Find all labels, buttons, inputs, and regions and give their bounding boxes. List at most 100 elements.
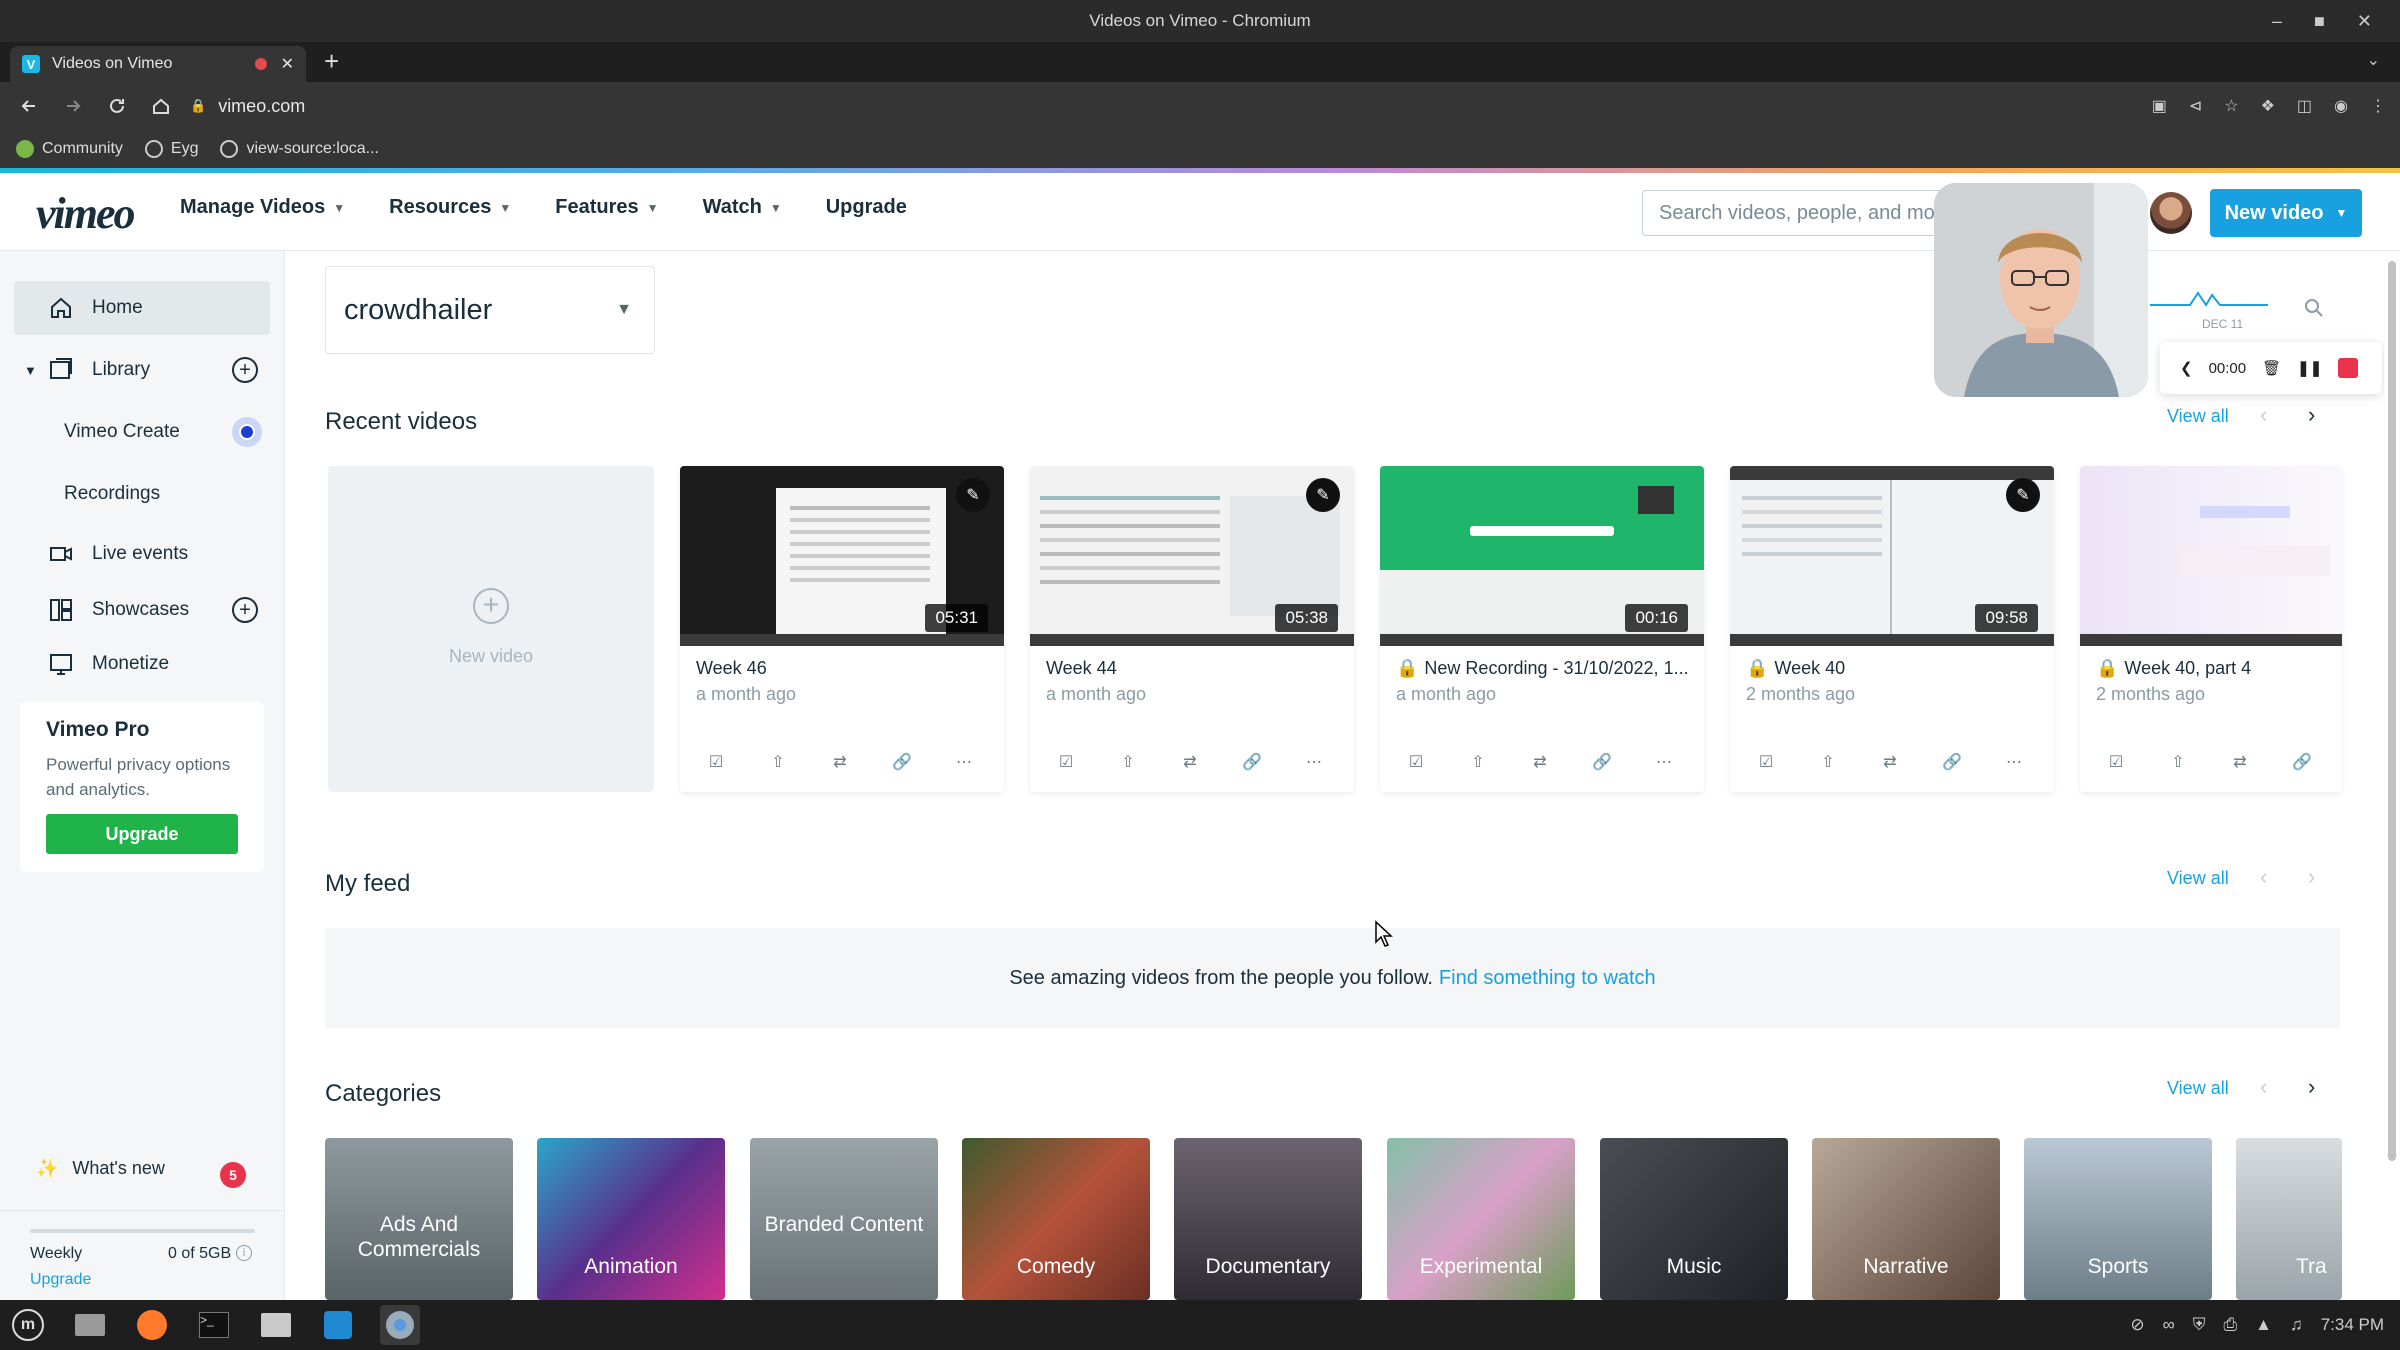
more-icon[interactable]: ⋯ — [2002, 750, 2026, 774]
network-icon[interactable]: ▲ — [2255, 1315, 2272, 1335]
vimeo-logo[interactable]: vimeo — [36, 188, 136, 239]
video-thumbnail[interactable]: ✎ 05:31 — [680, 466, 1004, 646]
camera-icon[interactable]: ▣ — [2152, 96, 2167, 116]
mint-menu-icon[interactable]: m — [8, 1305, 48, 1345]
nav-watch[interactable]: Watch ▼ — [703, 196, 782, 219]
back-icon[interactable] — [14, 96, 44, 116]
forward-icon[interactable] — [58, 96, 88, 116]
more-icon[interactable]: ⋯ — [1652, 750, 1676, 774]
recent-view-all[interactable]: View all — [2167, 406, 2229, 427]
new-video-card[interactable]: + New video — [328, 466, 654, 792]
chevron-left-icon[interactable]: ❮ — [2180, 359, 2193, 377]
info-icon[interactable]: i — [236, 1245, 252, 1261]
chromium-icon[interactable] — [380, 1305, 420, 1345]
whats-new-link[interactable]: ✨ What's new — [36, 1158, 165, 1179]
upgrade-button[interactable]: Upgrade — [46, 814, 238, 854]
chevron-left-icon[interactable]: ‹ — [2260, 864, 2267, 890]
upload-icon[interactable]: ⇧ — [1816, 750, 1840, 774]
nav-features[interactable]: Features ▼ — [555, 196, 658, 219]
category-tile[interactable]: Tra — [2236, 1138, 2342, 1300]
feed-view-all[interactable]: View all — [2167, 868, 2229, 889]
review-icon[interactable]: ☑ — [1054, 750, 1078, 774]
find-something-link[interactable]: Find something to watch — [1439, 967, 1656, 990]
category-tile[interactable]: Documentary — [1174, 1138, 1362, 1300]
categories-view-all[interactable]: View all — [2167, 1078, 2229, 1099]
link-icon[interactable]: 🔗 — [1940, 750, 1964, 774]
video-card[interactable]: ✎ 05:38 Week 44 a month ago ☑ ⇧ ⇄ 🔗 ⋯ — [1030, 466, 1354, 792]
swap-icon[interactable]: ⇄ — [1178, 750, 1202, 774]
video-card[interactable]: 🔒 Week 40, part 4 2 months ago ☑ ⇧ ⇄ 🔗 — [2080, 466, 2342, 792]
reload-icon[interactable] — [102, 96, 132, 116]
more-icon[interactable]: ⋯ — [1302, 750, 1326, 774]
nav-manage-videos[interactable]: Manage Videos ▼ — [180, 196, 345, 219]
page-scrollbar[interactable] — [2384, 251, 2400, 1300]
browser-tab[interactable]: V Videos on Vimeo ✕ — [10, 46, 306, 82]
edit-icon[interactable]: ✎ — [1306, 478, 1340, 512]
sidepanel-icon[interactable]: ◫ — [2297, 96, 2312, 116]
printer-icon[interactable]: ⎙ — [2224, 1315, 2238, 1335]
chevron-right-icon[interactable]: › — [2308, 402, 2315, 428]
nav-resources[interactable]: Resources ▼ — [389, 196, 511, 219]
category-tile[interactable]: Narrative — [1812, 1138, 2000, 1300]
bookmark-eyg[interactable]: Eyg — [144, 140, 198, 158]
upload-icon[interactable]: ⇧ — [766, 750, 790, 774]
new-tab-button[interactable]: + — [324, 46, 339, 76]
swap-icon[interactable]: ⇄ — [1878, 750, 1902, 774]
search-input[interactable]: Search videos, people, and mo — [1642, 190, 1952, 236]
category-tile[interactable]: Sports — [2024, 1138, 2212, 1300]
profile-icon[interactable]: ◉ — [2334, 96, 2348, 116]
sidebar-item-recordings[interactable]: Recordings — [14, 467, 270, 521]
upload-icon[interactable]: ⇧ — [2166, 750, 2190, 774]
video-card[interactable]: 00:16 🔒 New Recording - 31/10/2022, 1... … — [1380, 466, 1704, 792]
swap-icon[interactable]: ⇄ — [2228, 750, 2252, 774]
close-window-icon[interactable]: ✕ — [2357, 11, 2372, 32]
close-tab-icon[interactable]: ✕ — [281, 54, 294, 74]
sidebar-item-vimeo-create[interactable]: Vimeo Create — [14, 405, 270, 459]
link-icon[interactable]: 🔗 — [1590, 750, 1614, 774]
terminal-icon[interactable]: >_ — [194, 1305, 234, 1345]
video-card[interactable]: ✎ 05:31 Week 46 a month ago ☑ ⇧ ⇄ 🔗 ⋯ — [680, 466, 1004, 792]
home-browser-icon[interactable] — [146, 96, 176, 116]
team-select[interactable]: crowdhailer ▼ — [325, 266, 655, 354]
edit-icon[interactable]: ✎ — [2006, 478, 2040, 512]
chevron-left-icon[interactable]: ‹ — [2260, 1074, 2267, 1100]
link-icon[interactable]: 🔗 — [890, 750, 914, 774]
chevron-right-icon[interactable]: › — [2308, 1074, 2315, 1100]
menu-icon[interactable]: ⋮ — [2370, 96, 2386, 116]
files-icon[interactable] — [256, 1305, 296, 1345]
nav-upgrade[interactable]: Upgrade — [826, 196, 907, 219]
avatar[interactable] — [2150, 192, 2192, 234]
more-icon[interactable]: ⋯ — [952, 750, 976, 774]
link-icon[interactable]: 🔗 — [2290, 750, 2314, 774]
swap-icon[interactable]: ⇄ — [1528, 750, 1552, 774]
sidebar-item-showcases[interactable]: Showcases + — [14, 583, 270, 637]
upload-icon[interactable]: ⇧ — [1466, 750, 1490, 774]
review-icon[interactable]: ☑ — [1404, 750, 1428, 774]
trash-icon[interactable]: 🗑 — [2262, 359, 2281, 377]
category-tile[interactable]: Ads And Commercials — [325, 1138, 513, 1300]
video-thumbnail[interactable] — [2080, 466, 2342, 646]
extensions-icon[interactable]: ❖ — [2261, 96, 2275, 116]
pause-icon[interactable]: ❚❚ — [2297, 359, 2322, 377]
category-tile[interactable]: Experimental — [1387, 1138, 1575, 1300]
sidebar-item-live-events[interactable]: Live events — [14, 527, 270, 581]
tab-search-icon[interactable]: ⌄ — [2367, 50, 2380, 70]
search-icon[interactable] — [2303, 297, 2325, 319]
chevron-right-icon[interactable]: › — [2308, 864, 2315, 890]
vscode-icon[interactable] — [318, 1305, 358, 1345]
network-off-icon[interactable]: ⊘ — [2130, 1315, 2144, 1335]
new-video-button[interactable]: New video ▼ — [2210, 189, 2362, 237]
review-icon[interactable]: ☑ — [1754, 750, 1778, 774]
category-tile[interactable]: Music — [1600, 1138, 1788, 1300]
video-thumbnail[interactable]: ✎ 05:38 — [1030, 466, 1354, 646]
review-icon[interactable]: ☑ — [2104, 750, 2128, 774]
maximize-icon[interactable]: ■ — [2314, 11, 2325, 32]
category-tile[interactable]: Comedy — [962, 1138, 1150, 1300]
chevron-left-icon[interactable]: ‹ — [2260, 402, 2267, 428]
review-icon[interactable]: ☑ — [704, 750, 728, 774]
category-tile[interactable]: Branded Content — [750, 1138, 938, 1300]
video-thumbnail[interactable]: 00:16 — [1380, 466, 1704, 646]
sidebar-item-monetize[interactable]: Monetize — [14, 637, 270, 691]
bookmark-community[interactable]: Community — [16, 140, 123, 158]
infinity-icon[interactable]: ∞ — [2163, 1315, 2175, 1335]
